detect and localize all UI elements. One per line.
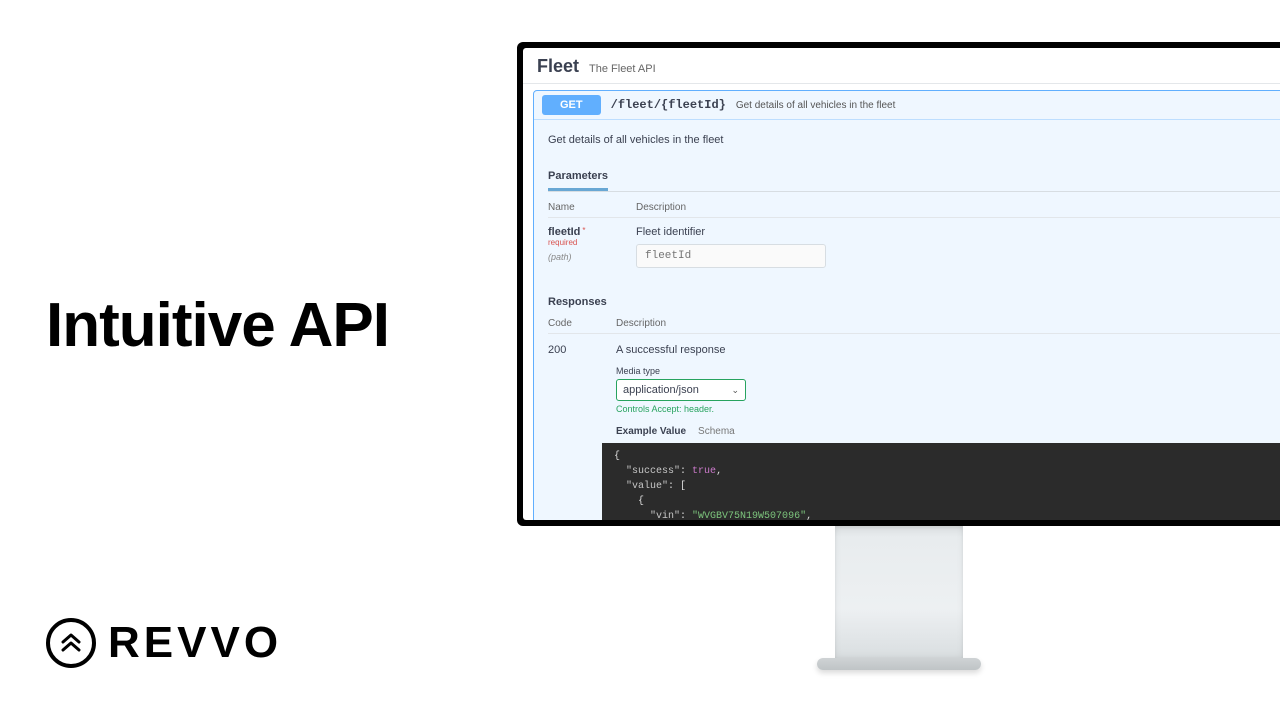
chevron-down-icon: ⌄ bbox=[731, 385, 739, 396]
operation-summary-text: Get details of all vehicles in the fleet bbox=[736, 100, 896, 111]
response-code: 200 bbox=[548, 344, 588, 520]
api-group-desc: The Fleet API bbox=[589, 63, 656, 75]
api-doc-screen: Fleet The Fleet API GET /fleet/{fleetId}… bbox=[523, 48, 1280, 520]
operation-path: /fleet/{fleetId} bbox=[611, 98, 726, 112]
api-group-title: Fleet bbox=[537, 56, 579, 77]
page-headline: Intuitive API bbox=[46, 290, 389, 361]
param-description: Fleet identifier bbox=[636, 226, 826, 238]
media-type-value: application/json bbox=[623, 384, 699, 396]
operation-description: Get details of all vehicles in the fleet bbox=[548, 128, 1280, 164]
col-header-code: Code bbox=[548, 318, 588, 329]
param-name: fleetId bbox=[548, 226, 580, 238]
tab-schema[interactable]: Schema bbox=[698, 426, 735, 437]
brand-logo-mark bbox=[46, 618, 96, 668]
col-header-description: Description bbox=[636, 202, 686, 213]
response-example-code: { "success": true, "value": [ { "vin": "… bbox=[602, 443, 1280, 520]
media-type-label: Media type bbox=[616, 366, 1280, 376]
monitor-frame: Fleet The Fleet API GET /fleet/{fleetId}… bbox=[517, 42, 1280, 526]
response-row: 200 A successful response Media type app… bbox=[548, 333, 1280, 520]
chevrons-up-icon bbox=[58, 630, 84, 656]
param-location: (path) bbox=[548, 252, 608, 262]
col-header-name: Name bbox=[548, 202, 608, 213]
brand-logo: REVVO bbox=[46, 618, 282, 668]
param-row: fleetId* required (path) Fleet identifie… bbox=[548, 217, 1280, 284]
tab-parameters[interactable]: Parameters bbox=[548, 164, 608, 191]
response-description: A successful response bbox=[616, 344, 1280, 356]
tab-example-value[interactable]: Example Value bbox=[616, 426, 686, 437]
operation-block: GET /fleet/{fleetId} Get details of all … bbox=[533, 90, 1280, 520]
brand-logo-text: REVVO bbox=[108, 618, 282, 668]
responses-heading: Responses bbox=[548, 284, 1280, 314]
param-input-fleetid[interactable] bbox=[636, 244, 826, 268]
media-type-select[interactable]: application/json ⌄ bbox=[616, 379, 746, 401]
monitor-stand bbox=[835, 526, 963, 664]
api-group-header[interactable]: Fleet The Fleet API bbox=[523, 48, 1280, 84]
col-header-resp-description: Description bbox=[616, 318, 666, 329]
http-method-badge: GET bbox=[542, 95, 601, 115]
media-type-note: Controls Accept: header. bbox=[616, 404, 1280, 414]
operation-summary[interactable]: GET /fleet/{fleetId} Get details of all … bbox=[534, 91, 1280, 120]
